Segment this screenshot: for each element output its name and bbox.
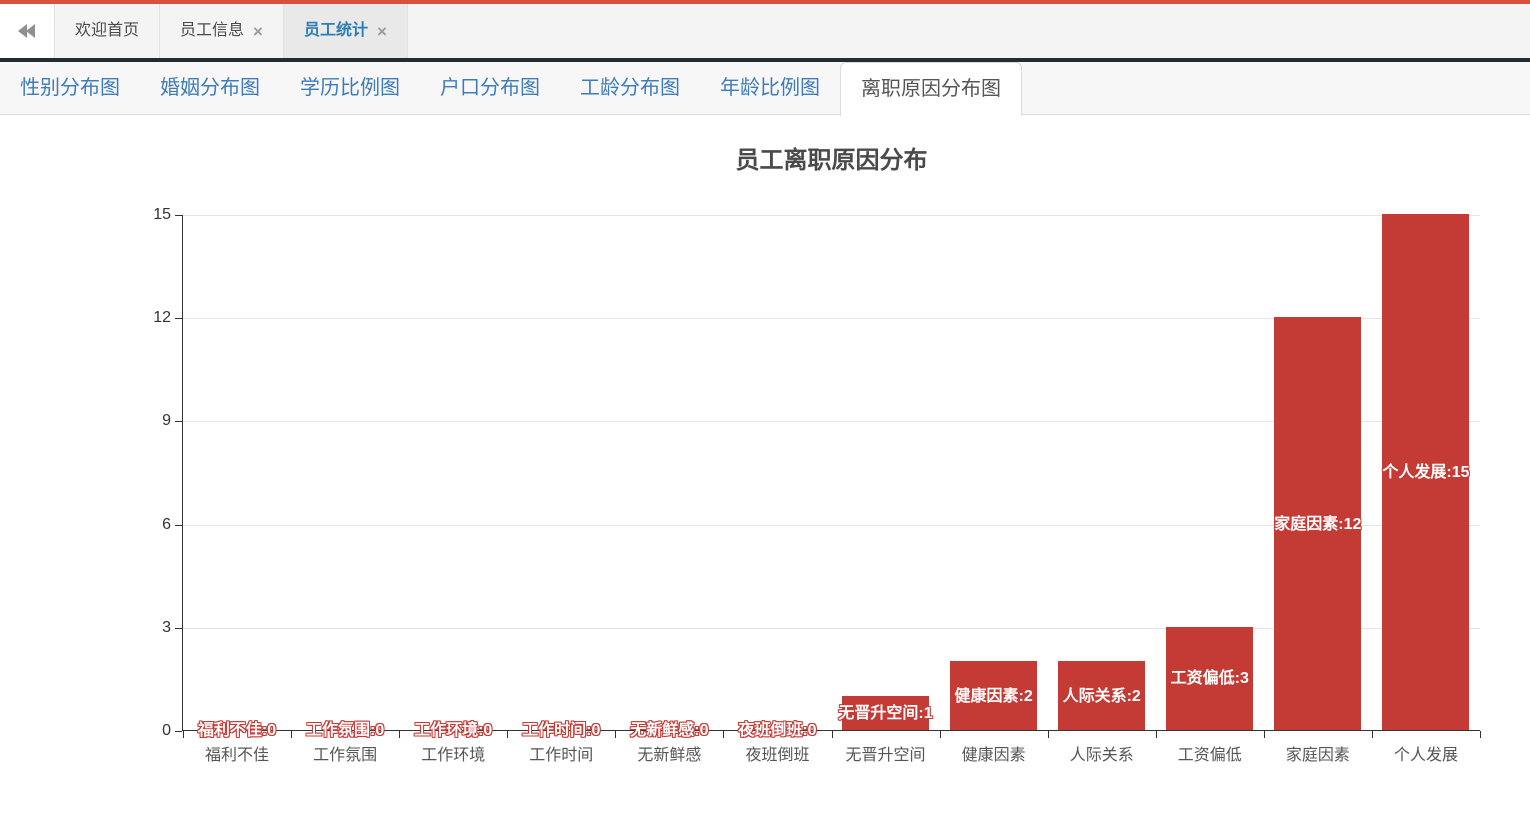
window-tab-bar: 欢迎首页员工信息 × 员工统计 × xyxy=(0,4,1530,62)
y-axis-tick xyxy=(175,215,182,216)
chart-tab-2[interactable]: 学历比例图 xyxy=(280,62,420,114)
grid-line xyxy=(183,215,1480,216)
x-axis-tick xyxy=(1372,731,1373,738)
y-tick-label: 15 xyxy=(125,205,171,225)
bar-value-label: 无晋升空间:1 xyxy=(776,704,996,724)
x-axis-tick xyxy=(1048,731,1049,738)
chart-title: 员工离职原因分布 xyxy=(183,140,1480,175)
y-tick-label: 3 xyxy=(125,618,171,638)
window-tab-0[interactable]: 欢迎首页 xyxy=(55,4,160,58)
app-window: 欢迎首页员工信息 × 员工统计 × 性别分布图婚姻分布图学历比例图户口分布图工龄分布图… xyxy=(0,0,1530,837)
x-category-label: 个人发展 xyxy=(1361,741,1491,765)
y-tick-label: 6 xyxy=(125,515,171,535)
bar-value-label: 工资偏低:3 xyxy=(1100,669,1320,689)
window-tab-label: 员工信息 xyxy=(180,4,244,58)
y-axis-tick xyxy=(175,628,182,629)
y-axis-tick xyxy=(175,421,182,422)
collapse-tabs-button[interactable] xyxy=(0,4,55,58)
x-axis-tick xyxy=(1264,731,1265,738)
chart-tab-1[interactable]: 婚姻分布图 xyxy=(140,62,280,114)
bar-value-label: 个人发展:15 xyxy=(1316,463,1530,483)
y-tick-label: 12 xyxy=(125,308,171,328)
x-axis-tick xyxy=(940,731,941,738)
close-tab-icon[interactable]: × xyxy=(253,23,263,40)
bar-value-label: 夜班倒班:0 xyxy=(667,721,887,741)
close-tab-icon[interactable]: × xyxy=(377,23,387,40)
x-axis-tick xyxy=(1480,731,1481,738)
bar-chart-plot: 03691215福利不佳工作氛围工作环境工作时间无新鲜感夜班倒班无晋升空间健康因… xyxy=(183,215,1480,731)
x-axis-tick xyxy=(1156,731,1157,738)
chart-tab-4[interactable]: 工龄分布图 xyxy=(560,62,700,114)
chart-tab-6[interactable]: 离职原因分布图 xyxy=(840,62,1022,116)
window-tab-1[interactable]: 员工信息 × xyxy=(160,4,284,58)
window-tab-list: 欢迎首页员工信息 × 员工统计 × xyxy=(55,4,408,58)
window-tab-label: 员工统计 xyxy=(304,4,368,58)
chart-tab-5[interactable]: 年龄比例图 xyxy=(700,62,840,114)
window-tab-2[interactable]: 员工统计 × xyxy=(284,4,408,58)
y-axis-tick xyxy=(175,525,182,526)
y-axis-line xyxy=(182,215,183,731)
y-axis-tick xyxy=(175,318,182,319)
bar-value-label: 人际关系:2 xyxy=(992,687,1212,707)
window-tab-label: 欢迎首页 xyxy=(75,4,139,58)
chart-tab-bar: 性别分布图婚姻分布图学历比例图户口分布图工龄分布图年龄比例图离职原因分布图 xyxy=(0,62,1530,115)
chart-tab-0[interactable]: 性别分布图 xyxy=(0,62,140,114)
chart-region: 员工离职原因分布 03691215福利不佳工作氛围工作环境工作时间无新鲜感夜班倒… xyxy=(0,115,1530,837)
double-left-arrow-icon xyxy=(19,24,35,38)
y-tick-label: 9 xyxy=(125,411,171,431)
bar-value-label: 家庭因素:12 xyxy=(1208,515,1428,535)
chart-tab-3[interactable]: 户口分布图 xyxy=(420,62,560,114)
